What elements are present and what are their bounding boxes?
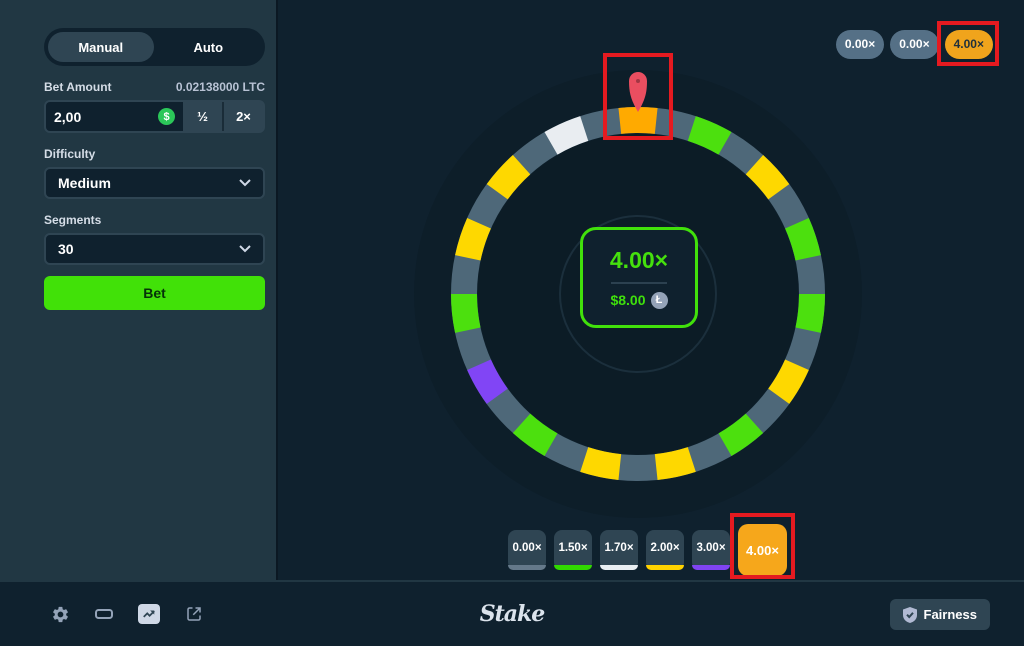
difficulty-select[interactable]: Medium	[44, 167, 265, 199]
bet-button[interactable]: Bet	[44, 276, 265, 310]
bet-amount-input[interactable]	[54, 109, 154, 125]
result-badge[interactable]: 0.00×	[836, 30, 884, 59]
shield-check-icon	[903, 607, 917, 623]
multiplier-button-label: 1.70×	[604, 542, 633, 554]
wheel-segment-yellow	[779, 365, 797, 397]
wheel-segment-green	[797, 223, 808, 258]
result-badge[interactable]: 0.00×	[890, 30, 938, 59]
multiplier-button[interactable]: 2.00×	[646, 530, 684, 570]
difficulty-label: Difficulty	[44, 147, 265, 161]
tab-manual[interactable]: Manual	[48, 32, 154, 62]
multiplier-button-label: 0.00×	[512, 542, 541, 554]
multiplier-button[interactable]: 1.50×	[554, 530, 592, 570]
multiplier-button-label: 3.00×	[696, 542, 725, 554]
multiplier-button[interactable]: 0.00×	[508, 530, 546, 570]
segments-label: Segments	[44, 213, 265, 227]
multiplier-color-strip	[692, 565, 730, 570]
difficulty-selected-value: Medium	[58, 175, 111, 191]
wheel-segment-green	[692, 129, 725, 144]
double-bet-button[interactable]: 2×	[224, 102, 263, 131]
wheel-segment-white	[551, 129, 584, 144]
wheel-segment-yellow	[656, 459, 692, 467]
multiplier-color-strip	[646, 565, 684, 570]
multiplier-button[interactable]: 1.70×	[600, 530, 638, 570]
wheel-segment-yellow	[584, 459, 620, 467]
fairness-button[interactable]: Fairness	[890, 599, 990, 630]
wheel-result-panel: 4.00× $8.00 Ł	[580, 227, 698, 328]
multiplier-button[interactable]: 3.00×	[692, 530, 730, 570]
multiplier-color-strip	[554, 565, 592, 570]
dollar-icon: $	[158, 108, 175, 125]
chevron-down-icon	[239, 245, 251, 253]
game-footer: Stake Fairness	[0, 580, 1024, 646]
divider	[611, 282, 667, 284]
bet-amount-row: $ ½ 2×	[44, 100, 265, 133]
payout-amount: $8.00	[610, 292, 645, 308]
wheel-segment-purple	[479, 365, 497, 397]
bet-amount-crypto-value: 0.02138000 LTC	[176, 80, 265, 94]
wheel-segment-green	[464, 294, 468, 330]
half-bet-button[interactable]: ½	[183, 102, 222, 131]
bet-amount-input-wrap: $	[46, 102, 183, 131]
bet-controls-sidebar: Manual Auto Bet Amount 0.02138000 LTC $ …	[0, 0, 278, 580]
bet-mode-tabs: Manual Auto	[44, 28, 265, 66]
wheel-segment-yellow	[468, 223, 479, 258]
game-area: 0.00×0.00×4.00× 4.00× $8.00 Ł 0.00×1.50×…	[278, 0, 1024, 580]
litecoin-icon: Ł	[651, 292, 668, 309]
stake-logo: Stake	[0, 601, 1024, 627]
segments-selected-value: 30	[58, 241, 74, 257]
wheel-segment-green	[808, 294, 812, 330]
wheel-game-page: Manual Auto Bet Amount 0.02138000 LTC $ …	[0, 0, 1024, 646]
result-multiplier: 4.00×	[610, 247, 668, 274]
multiplier-color-strip	[508, 565, 546, 570]
multiplier-color-strip	[600, 565, 638, 570]
fairness-label: Fairness	[924, 607, 977, 622]
bet-amount-label: Bet Amount	[44, 80, 112, 94]
annotation-box-multiplier-4x	[730, 513, 795, 579]
chevron-down-icon	[239, 179, 251, 187]
tab-auto[interactable]: Auto	[156, 32, 262, 62]
multiplier-button-label: 2.00×	[650, 542, 679, 554]
segments-select[interactable]: 30	[44, 233, 265, 265]
annotation-box-latest-result	[937, 21, 999, 66]
multiplier-button-label: 1.50×	[558, 542, 587, 554]
annotation-box-wheel-pointer	[603, 53, 673, 140]
